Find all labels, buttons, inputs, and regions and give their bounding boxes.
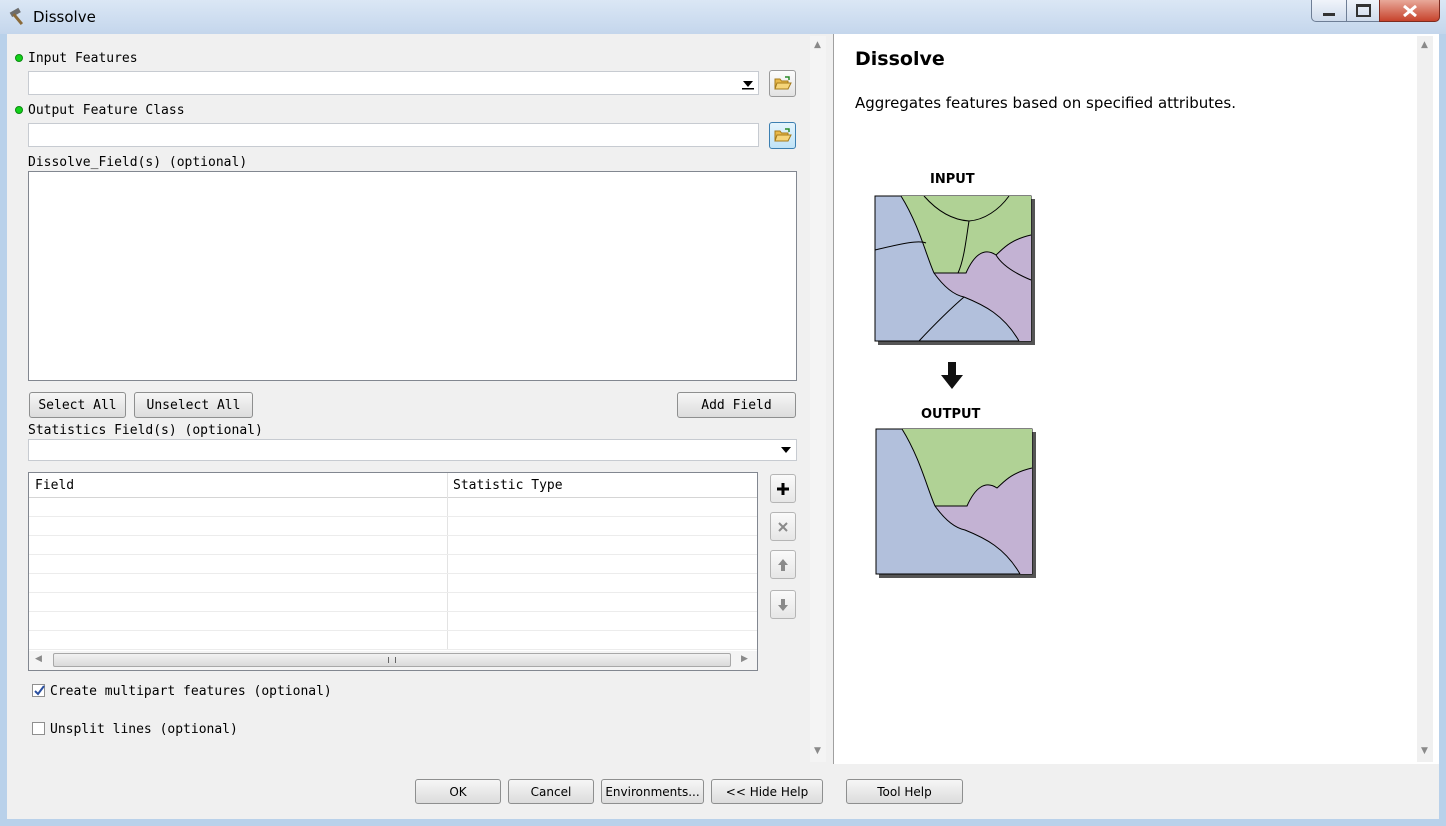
environments-button[interactable]: Environments...	[601, 779, 704, 804]
title-bar[interactable]	[0, 0, 1446, 34]
open-folder-icon	[773, 76, 792, 90]
scroll-left-icon[interactable]: ◀	[35, 654, 42, 664]
output-diagram	[875, 428, 1036, 578]
help-pane	[835, 36, 1417, 764]
column-separator	[447, 473, 448, 650]
input-diagram-label: INPUT	[930, 172, 975, 187]
close-button[interactable]	[1379, 0, 1440, 22]
table-row[interactable]	[29, 611, 757, 612]
hammer-icon	[9, 7, 24, 26]
arrow-up-icon	[778, 558, 788, 571]
statistics-fields-combobox[interactable]	[28, 439, 797, 461]
table-row[interactable]	[29, 554, 757, 555]
input-diagram	[874, 195, 1035, 345]
delete-row-button[interactable]	[770, 512, 796, 541]
table-header-field[interactable]: Field	[35, 478, 74, 493]
minimize-icon	[1323, 13, 1335, 16]
scroll-up-icon[interactable]: ▲	[814, 40, 821, 50]
table-header-row	[29, 473, 757, 498]
close-icon	[1402, 4, 1417, 17]
move-down-button[interactable]	[770, 590, 796, 619]
move-up-button[interactable]	[770, 550, 796, 579]
unsplit-lines-label[interactable]: Unsplit lines (optional)	[50, 722, 238, 737]
window-title: Dissolve	[33, 8, 96, 26]
minimize-button[interactable]	[1311, 0, 1347, 22]
scroll-right-icon[interactable]: ▶	[741, 654, 748, 664]
output-diagram-label: OUTPUT	[921, 407, 981, 422]
table-row[interactable]	[29, 535, 757, 536]
dropdown-arrow-icon[interactable]	[742, 80, 754, 90]
unsplit-lines-checkbox[interactable]	[32, 722, 45, 735]
input-features-label: Input Features	[28, 51, 138, 66]
ok-button[interactable]: OK	[415, 779, 501, 804]
add-row-button[interactable]	[770, 474, 796, 503]
table-row[interactable]	[29, 516, 757, 517]
statistics-fields-label: Statistics Field(s) (optional)	[28, 423, 263, 438]
help-scrollbar[interactable]: ▲ ▼	[1417, 36, 1433, 762]
delete-icon	[778, 521, 788, 532]
help-description: Aggregates features based on specified a…	[855, 94, 1236, 112]
required-indicator-icon	[15, 54, 23, 62]
dissolve-fields-list[interactable]	[28, 171, 797, 381]
table-header-statistic-type[interactable]: Statistic Type	[453, 478, 563, 493]
statistics-table[interactable]: Field Statistic Type ◀ ▶	[28, 472, 758, 671]
open-folder-icon	[773, 128, 792, 142]
table-horizontal-scrollbar[interactable]: ◀ ▶	[29, 651, 757, 670]
add-field-button[interactable]: Add Field	[677, 392, 796, 418]
thumb-grip-icon	[388, 657, 396, 663]
table-row[interactable]	[29, 649, 757, 650]
create-multipart-label[interactable]: Create multipart features (optional)	[50, 684, 332, 699]
output-feature-class-label: Output Feature Class	[28, 103, 185, 118]
scroll-down-icon[interactable]: ▼	[1421, 746, 1428, 756]
pane-splitter[interactable]	[827, 34, 834, 764]
checkmark-icon	[34, 685, 45, 696]
arrow-down-icon	[778, 598, 788, 611]
maximize-button[interactable]	[1346, 0, 1380, 22]
plus-icon	[777, 482, 789, 495]
scroll-down-icon[interactable]: ▼	[814, 746, 821, 756]
table-row[interactable]	[29, 573, 757, 574]
table-row[interactable]	[29, 592, 757, 593]
table-row[interactable]	[29, 630, 757, 631]
tool-help-button[interactable]: Tool Help	[846, 779, 963, 804]
dropdown-arrow-icon[interactable]	[781, 447, 791, 453]
cancel-button[interactable]: Cancel	[508, 779, 594, 804]
select-all-button[interactable]: Select All	[29, 392, 126, 418]
help-title: Dissolve	[855, 48, 945, 70]
dissolve-fields-label: Dissolve_Field(s) (optional)	[28, 155, 248, 170]
scroll-up-icon[interactable]: ▲	[1421, 40, 1428, 50]
restore-icon	[1355, 4, 1371, 17]
input-features-browse-button[interactable]	[769, 70, 796, 97]
arrow-down-icon	[941, 362, 963, 389]
scroll-thumb[interactable]	[53, 653, 731, 667]
output-feature-class-browse-button[interactable]	[769, 122, 796, 149]
unselect-all-button[interactable]: Unselect All	[134, 392, 253, 418]
hide-help-button[interactable]: << Hide Help	[711, 779, 823, 804]
input-features-combobox[interactable]	[28, 71, 759, 95]
output-feature-class-input[interactable]	[28, 123, 759, 147]
required-indicator-icon	[15, 106, 23, 114]
create-multipart-checkbox[interactable]	[32, 684, 45, 697]
parameters-scrollbar[interactable]: ▲ ▼	[810, 36, 826, 762]
